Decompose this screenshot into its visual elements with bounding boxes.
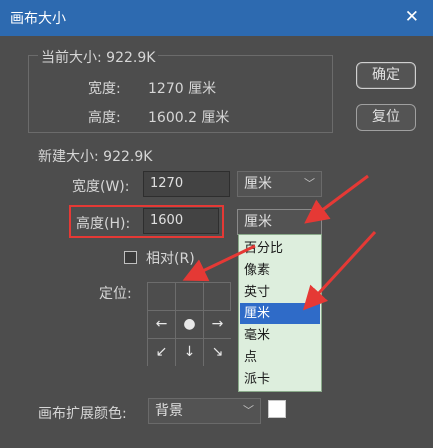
annotation-arrows (182, 174, 377, 311)
annotation-arrow-to-anchor (182, 244, 256, 282)
annotation-arrow-to-centimeters (302, 230, 377, 311)
annotation-arrow-to-unit-select (304, 174, 369, 224)
